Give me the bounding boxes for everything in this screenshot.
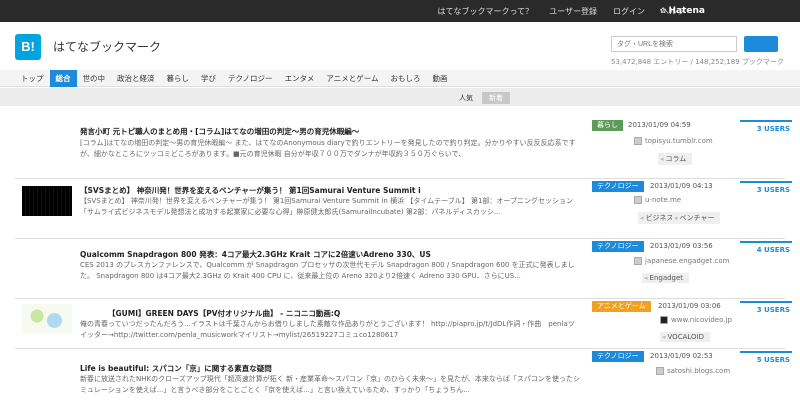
- site-domain: www.nicovideo.jp: [671, 316, 732, 324]
- tag[interactable]: コラム: [658, 153, 693, 165]
- favicon-icon: [634, 196, 642, 204]
- register-link[interactable]: ユーザー登録: [549, 6, 597, 17]
- entry-description: 【SVSまとめ】 神奈川発！世界を変えるベンチャーが集う！ 第1回Samurai…: [80, 197, 574, 216]
- entry-meta: テクノロジー 2013/01/09 02:53 5 USERS satoshi.…: [592, 351, 792, 411]
- list-item: 【SVSまとめ】 神奈川発！世界を変えるベンチャーが集う！ 第1回Samurai…: [0, 179, 800, 239]
- site-title[interactable]: はてなブックマーク: [53, 38, 161, 55]
- tag[interactable]: Engadget: [642, 273, 690, 283]
- entry-description: [コラム]はてなの増田の判定〜男の育児休暇編〜 また、はてなのAnonymous…: [80, 139, 576, 158]
- list-item: 発言小町 元トピ職人のまとめ用・[コラム]はてなの増田の判定〜男の育児休暇編〜 …: [0, 118, 800, 178]
- nav-general[interactable]: 総合: [49, 70, 77, 87]
- entry-date: 2013/01/09 04:13: [650, 182, 713, 190]
- tab-popular[interactable]: 人気: [452, 92, 480, 104]
- entry-title[interactable]: 【SVSまとめ】 神奈川発！世界を変えるベンチャーが集う！ 第1回Samurai…: [80, 185, 421, 196]
- entry-meta: テクノロジー 2013/01/09 04:13 3 USERS u-note.m…: [592, 181, 792, 241]
- nav-learning[interactable]: 学び: [195, 70, 222, 87]
- nav-politics-economy[interactable]: 政治と経済: [111, 70, 161, 87]
- keyboard-thumbnail[interactable]: [22, 186, 72, 216]
- site-domain: u-note.me: [645, 196, 682, 204]
- list-item: 【GUMI】GREEN DAYS【PV付オリジナル曲】 ‐ ニコニコ動画:Q 俺…: [0, 299, 800, 349]
- entry-meta: テクノロジー 2013/01/09 03:56 4 USERS japanese…: [592, 241, 792, 301]
- list-item: Qualcomm Snapdragon 800 発表：4コア最大2.3GHz K…: [0, 239, 800, 299]
- nav-society[interactable]: 世の中: [77, 70, 112, 87]
- nav-anime-game[interactable]: アニメとゲーム: [320, 70, 384, 87]
- entry-meta: 暮らし 2013/01/09 04:59 3 USERS topisyu.tum…: [592, 120, 792, 180]
- global-header-bar: はてなブックマークって？ ユーザー登録 ログイン ヘルプ Hatena: [0, 0, 800, 22]
- user-count[interactable]: 3 USERS: [740, 120, 792, 138]
- user-count[interactable]: 3 USERS: [740, 301, 792, 319]
- hatena-brand-logo[interactable]: Hatena: [660, 6, 706, 16]
- entry-description: CES 2013 のプレスカンファレンスで、Qualcomm が Snapdra…: [80, 261, 575, 280]
- favicon-icon: [656, 367, 664, 375]
- entry-site[interactable]: www.nicovideo.jp: [660, 316, 732, 324]
- entry-title[interactable]: 発言小町 元トピ職人のまとめ用・[コラム]はてなの増田の判定〜男の育児休暇編〜: [80, 126, 359, 137]
- anime-thumbnail[interactable]: [22, 304, 72, 334]
- tag[interactable]: VOCALOID: [660, 332, 710, 342]
- nav-life[interactable]: 暮らし: [161, 70, 196, 87]
- entry-description: 新春に放送されたNHKのクローズアップ現代「超高速計算が拓く 新・産業革命〜スパ…: [80, 375, 580, 394]
- entry-description: 俺の青春っていつだったんだろう...イラストは千葉さんからお借りしました素敵な作…: [80, 320, 575, 339]
- category-badge[interactable]: テクノロジー: [592, 351, 644, 362]
- favicon-icon: [634, 137, 642, 145]
- site-domain: satoshi.blogs.com: [667, 367, 731, 375]
- favicon-icon: [660, 316, 668, 324]
- category-badge[interactable]: テクノロジー: [592, 241, 644, 252]
- list-item: Life is beautiful: スパコン「京」に関する素直な疑問 新春に放…: [0, 349, 800, 411]
- tab-new[interactable]: 新着: [482, 92, 510, 104]
- nav-top[interactable]: トップ: [15, 70, 50, 87]
- category-nav: トップ 総合 世の中 政治と経済 暮らし 学び テクノロジー エンタメ アニメと…: [0, 70, 800, 87]
- entry-title[interactable]: Qualcomm Snapdragon 800 発表：4コア最大2.3GHz K…: [80, 249, 431, 260]
- category-badge[interactable]: 暮らし: [592, 120, 623, 131]
- site-domain: topisyu.tumblr.com: [645, 137, 713, 145]
- entry-date: 2013/01/09 03:56: [650, 242, 713, 250]
- nav-entertainment[interactable]: エンタメ: [279, 70, 321, 87]
- entry-site[interactable]: topisyu.tumblr.com: [634, 137, 713, 145]
- login-link[interactable]: ログイン: [613, 6, 645, 17]
- favicon-icon: [634, 257, 642, 265]
- site-header: B! はてなブックマーク 53,472,848 エントリー / 148,252,…: [0, 22, 800, 70]
- bookmark-stats: 53,472,848 エントリー / 148,252,189 ブックマーク: [611, 58, 784, 66]
- nav-video[interactable]: 動画: [426, 70, 453, 87]
- entry-site[interactable]: satoshi.blogs.com: [656, 367, 730, 375]
- entry-title[interactable]: Life is beautiful: スパコン「京」に関する素直な疑問: [80, 363, 272, 374]
- nav-funny[interactable]: おもしろ: [384, 70, 426, 87]
- category-badge[interactable]: アニメとゲーム: [592, 301, 651, 312]
- bookmark-logo[interactable]: B!: [15, 34, 41, 60]
- user-count[interactable]: 4 USERS: [740, 241, 792, 259]
- category-badge[interactable]: テクノロジー: [592, 181, 644, 192]
- entry-title[interactable]: 【GUMI】GREEN DAYS【PV付オリジナル曲】 ‐ ニコニコ動画:Q: [108, 308, 340, 319]
- entry-date: 2013/01/09 02:53: [650, 352, 713, 360]
- entry-site[interactable]: u-note.me: [634, 196, 681, 204]
- search-button[interactable]: [744, 36, 778, 52]
- entry-site[interactable]: japanese.engadget.com: [634, 257, 729, 265]
- tag[interactable]: ベンチャー: [672, 212, 721, 224]
- user-count[interactable]: 5 USERS: [740, 351, 792, 369]
- user-count[interactable]: 3 USERS: [740, 181, 792, 199]
- entry-date: 2013/01/09 04:59: [628, 121, 691, 129]
- about-link[interactable]: はてなブックマークって？: [438, 6, 534, 17]
- search-input[interactable]: [611, 36, 737, 52]
- entry-date: 2013/01/09 03:06: [658, 302, 721, 310]
- nav-technology[interactable]: テクノロジー: [222, 70, 279, 87]
- site-domain: japanese.engadget.com: [645, 257, 730, 265]
- sort-tabs-bar: 人気 新着: [0, 88, 800, 106]
